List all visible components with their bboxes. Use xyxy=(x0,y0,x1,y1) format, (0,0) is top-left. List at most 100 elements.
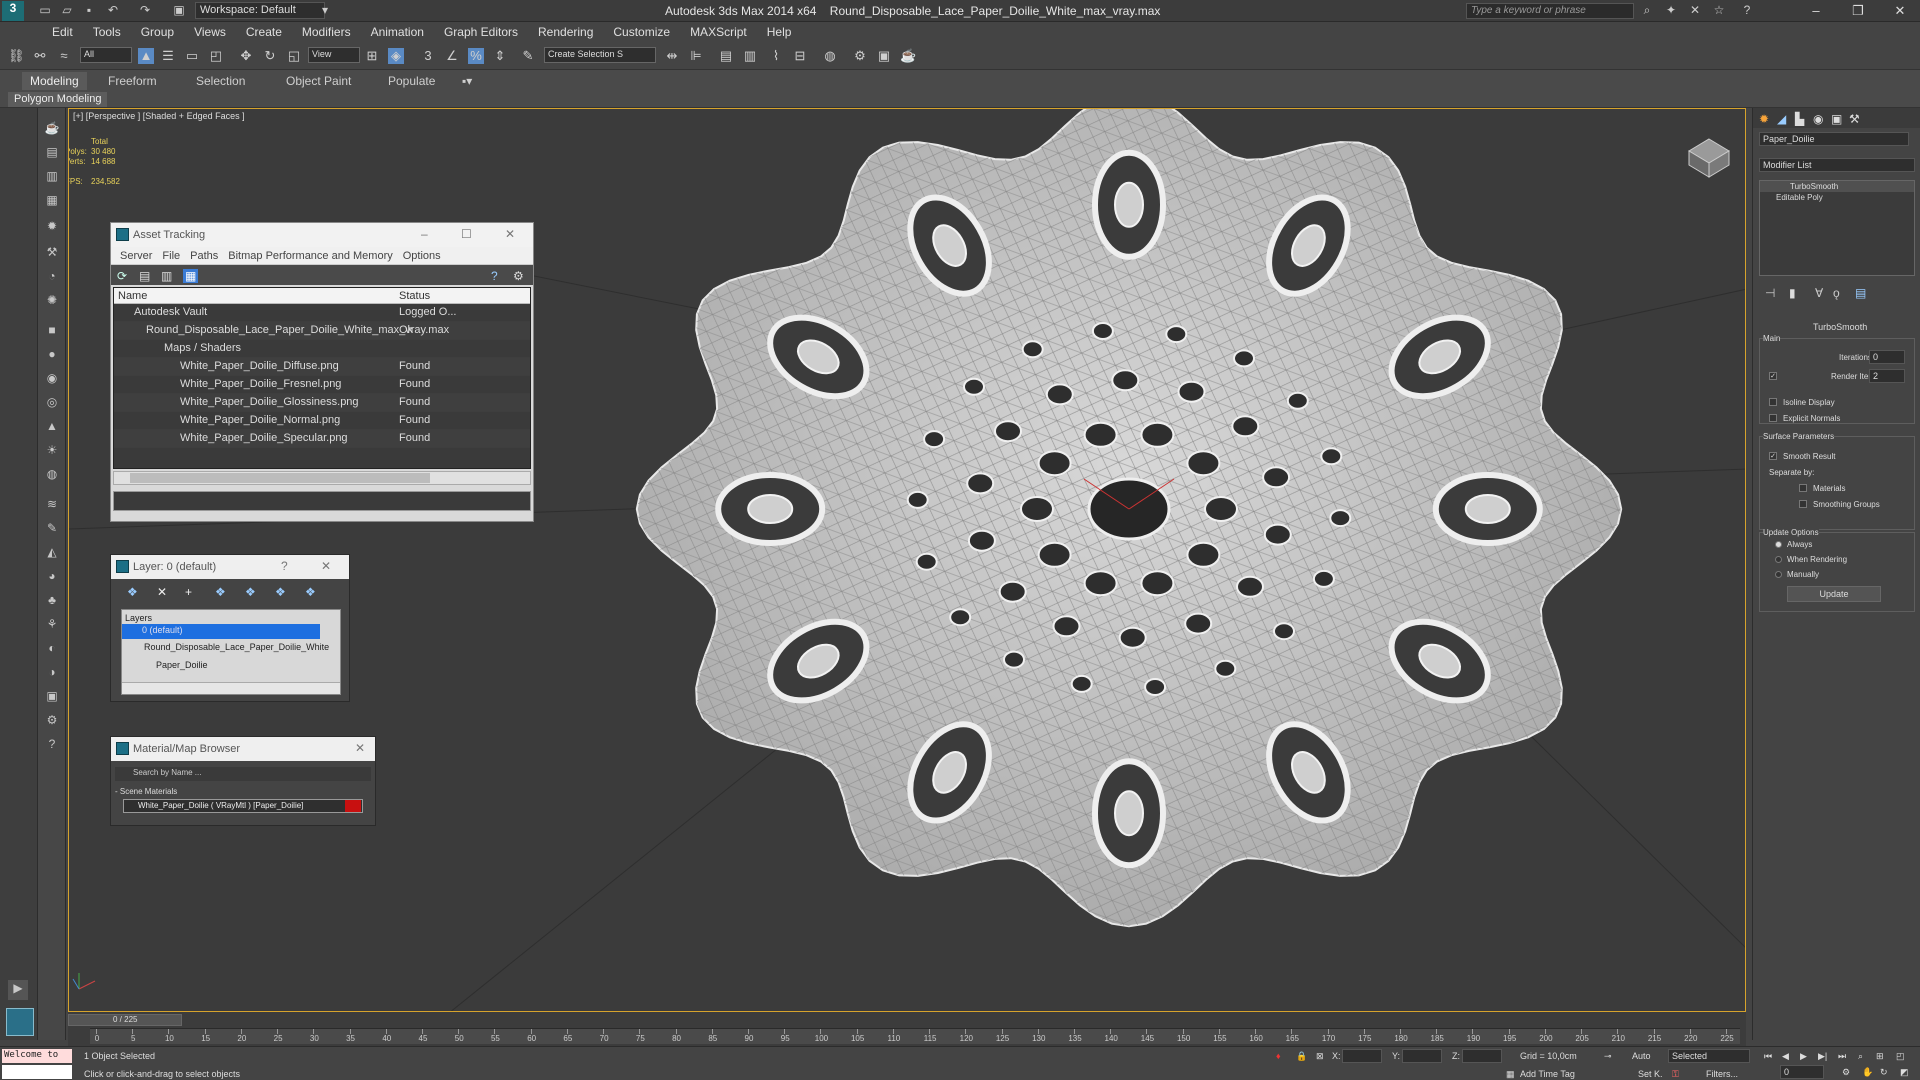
help-icon[interactable]: ? xyxy=(491,269,498,283)
manually-radio[interactable] xyxy=(1775,571,1782,578)
delete-layer-icon[interactable]: ✕ xyxy=(157,585,167,599)
menu-create[interactable]: Create xyxy=(236,25,292,39)
filters-button[interactable]: Filters... xyxy=(1706,1069,1738,1079)
menu-help[interactable]: Help xyxy=(757,25,802,39)
modifier-icon[interactable]: ⚒ xyxy=(44,244,60,260)
object-item-paper-doilie[interactable]: Paper_Doilie xyxy=(122,657,340,675)
materials-checkbox[interactable] xyxy=(1799,484,1807,492)
layer-item-doilie[interactable]: Round_Disposable_Lace_Paper_Doilie_White xyxy=(122,639,340,657)
bind-space-warp-icon[interactable]: ≈ xyxy=(56,48,72,64)
cylinder-primitive-icon[interactable]: ◉ xyxy=(44,370,60,386)
globe-icon[interactable]: ◕ xyxy=(44,568,60,584)
doilie-mesh[interactable] xyxy=(635,109,1623,928)
menu-rendering[interactable]: Rendering xyxy=(528,25,603,39)
box-primitive-icon[interactable]: ■ xyxy=(44,322,60,338)
mini-viewport-icon[interactable] xyxy=(6,1008,34,1036)
pan-icon[interactable]: ✋ xyxy=(1862,1067,1873,1078)
edit-named-selection-icon[interactable]: ✎ xyxy=(520,48,536,64)
table-row[interactable]: White_Paper_Doilie_Normal.png Found xyxy=(114,412,530,430)
go-to-end-icon[interactable]: ⏭ xyxy=(1838,1051,1846,1062)
previous-frame-icon[interactable]: ◀ xyxy=(1782,1051,1789,1062)
orbit-icon[interactable]: ↻ xyxy=(1880,1067,1888,1078)
explicit-normals-checkbox[interactable] xyxy=(1769,414,1777,422)
workspace-dropdown[interactable]: Workspace: Default xyxy=(195,2,325,19)
maxscript-listener[interactable]: Welcome to xyxy=(2,1049,72,1063)
binoculars-icon[interactable]: ⌕ xyxy=(1640,3,1654,17)
x-coordinate-field[interactable] xyxy=(1342,1049,1382,1063)
y-coordinate-field[interactable] xyxy=(1402,1049,1442,1063)
sphere-primitive-icon[interactable]: ● xyxy=(44,346,60,362)
unlink-icon[interactable]: ⚯ xyxy=(32,48,48,64)
search-input[interactable]: Type a keyword or phrase xyxy=(1466,3,1634,19)
stack-item-editable-poly[interactable]: Editable Poly xyxy=(1760,192,1914,203)
freeze-all-icon[interactable]: ❖ xyxy=(305,585,316,599)
particle-icon[interactable]: ✺ xyxy=(44,292,60,308)
smoothing-groups-checkbox[interactable] xyxy=(1799,500,1807,508)
menu-server[interactable]: Server xyxy=(115,250,157,262)
menu-graph-editors[interactable]: Graph Editors xyxy=(434,25,528,39)
link-icon[interactable]: ⛓ xyxy=(8,48,25,64)
mirror-icon[interactable]: ⇹ xyxy=(664,48,680,64)
close-icon[interactable]: ✕ xyxy=(321,559,331,573)
tools-icon[interactable]: ⚙ xyxy=(44,712,60,728)
auto-key-button[interactable]: Auto xyxy=(1628,1049,1662,1063)
isoline-display-checkbox[interactable] xyxy=(1769,398,1777,406)
app-logo-icon[interactable]: 3 xyxy=(2,1,24,21)
subscription-icon[interactable]: ✦ xyxy=(1664,3,1678,17)
tab-selection[interactable]: Selection xyxy=(188,72,253,90)
menu-options[interactable]: Options xyxy=(398,250,446,262)
close-button[interactable]: ✕ xyxy=(1886,2,1914,20)
motion-tab-icon[interactable]: ◉ xyxy=(1813,112,1823,126)
project-folder-icon[interactable]: ▣ xyxy=(172,3,186,17)
menu-group[interactable]: Group xyxy=(131,25,184,39)
percent-snap-icon[interactable]: % xyxy=(468,48,484,64)
show-end-result-icon[interactable]: ▮ xyxy=(1789,286,1796,300)
tab-modeling[interactable]: Modeling xyxy=(22,72,87,90)
rect-selection-icon[interactable]: ▭ xyxy=(184,48,200,64)
track-bar[interactable]: 0 5 10 15 20 25 30 35 40 45 50 55 60 65 70 75 80 85 90 95 10… xyxy=(90,1028,1740,1044)
maxscript-input[interactable] xyxy=(2,1065,72,1079)
remove-modifier-icon[interactable]: ǫ xyxy=(1833,286,1840,300)
tree-icon[interactable]: ▥ xyxy=(161,269,172,283)
material-browser-title[interactable]: Material/Map Browser ✕ xyxy=(111,737,375,761)
minimize-icon[interactable]: – xyxy=(421,227,428,241)
always-radio[interactable] xyxy=(1775,541,1782,548)
reference-coordinate-dropdown[interactable]: View xyxy=(308,47,360,63)
scrollbar-thumb[interactable] xyxy=(130,473,430,483)
undo-icon[interactable]: ↶ xyxy=(106,3,120,17)
dope-sheet-icon[interactable]: ◔ xyxy=(44,268,60,284)
material-editor-icon[interactable]: ◍ xyxy=(822,48,838,64)
material-item[interactable]: White_Paper_Doilie ( VRayMtl ) [Paper_Do… xyxy=(123,799,363,813)
torus-primitive-icon[interactable]: ◎ xyxy=(44,394,60,410)
current-frame-field[interactable]: 0 xyxy=(1780,1065,1824,1079)
time-config-icon[interactable]: ⚙ xyxy=(1842,1067,1850,1078)
key-filter-dropdown[interactable]: Selected xyxy=(1668,1049,1750,1063)
add-time-tag[interactable]: Add Time Tag xyxy=(1520,1069,1575,1079)
menu-maxscript[interactable]: MAXScript xyxy=(680,25,757,39)
morph-icon[interactable]: ◭ xyxy=(44,544,60,560)
when-rendering-radio[interactable] xyxy=(1775,556,1782,563)
add-to-layer-icon[interactable]: + xyxy=(185,585,192,599)
column-status[interactable]: Status xyxy=(399,290,459,302)
scene-materials-section[interactable]: - Scene Materials xyxy=(115,787,177,796)
menu-tools[interactable]: Tools xyxy=(83,25,131,39)
modify-tab-icon[interactable]: ◢ xyxy=(1777,112,1786,126)
teapot-icon[interactable]: ☕ xyxy=(44,120,60,136)
layer-item-default[interactable]: 0 (default) xyxy=(122,624,320,639)
lock-selection-icon[interactable]: 🔒 xyxy=(1296,1051,1307,1062)
menu-views[interactable]: Views xyxy=(184,25,236,39)
pin-stack-icon[interactable]: ⊣ xyxy=(1765,286,1775,300)
column-name[interactable]: Name xyxy=(118,290,147,302)
isolate-icon[interactable]: ♦ xyxy=(1276,1051,1281,1061)
utilities-tab-icon[interactable]: ⚒ xyxy=(1849,112,1860,126)
table-row[interactable]: White_Paper_Doilie_Fresnel.png Found xyxy=(114,376,530,394)
walk-icon[interactable]: ⚘ xyxy=(44,616,60,632)
layer-window-title[interactable]: Layer: 0 (default) ? ✕ xyxy=(111,555,349,579)
ribbon-options-icon[interactable]: ▪▾ xyxy=(454,72,480,90)
plant-icon[interactable]: ♣ xyxy=(44,592,60,608)
favorites-star-icon[interactable]: ☆ xyxy=(1712,3,1726,17)
window-crossing-icon[interactable]: ◰ xyxy=(208,48,224,64)
menu-customize[interactable]: Customize xyxy=(603,25,680,39)
info-icon[interactable]: ? xyxy=(44,736,60,752)
material-icon[interactable]: ◐ xyxy=(44,640,60,656)
